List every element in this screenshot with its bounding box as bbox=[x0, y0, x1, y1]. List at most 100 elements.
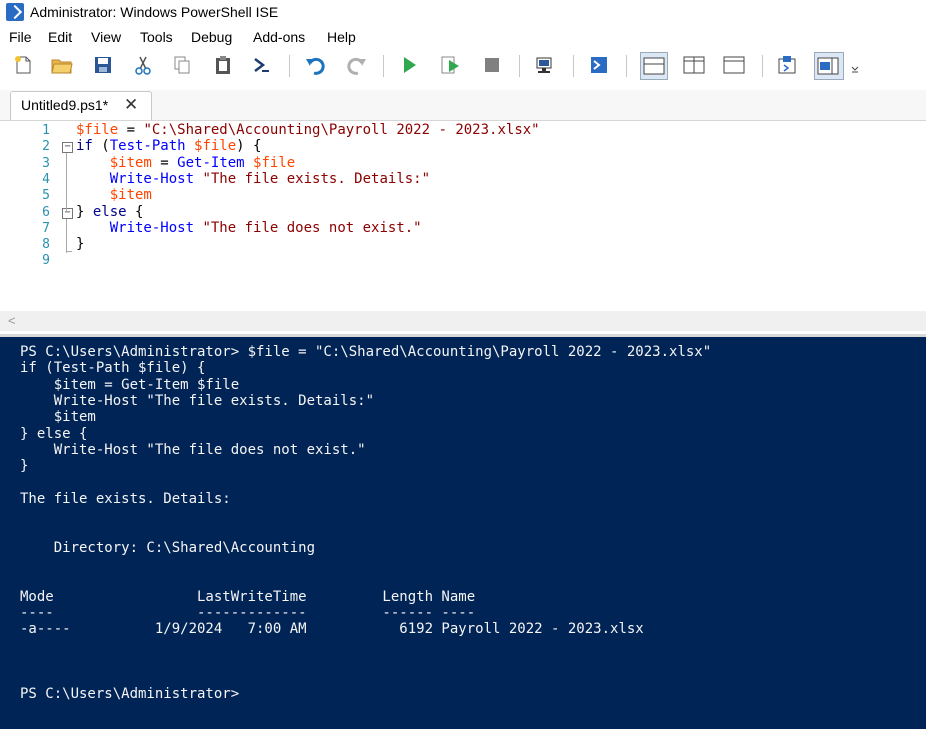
show-script-pane-right-icon[interactable] bbox=[682, 53, 706, 77]
line-number: 9 bbox=[42, 253, 50, 269]
console-pane[interactable]: PS C:\Users\Administrator> $file = "C:\S… bbox=[0, 334, 926, 729]
title-bar: Administrator: Windows PowerShell ISE bbox=[0, 0, 926, 26]
close-icon[interactable]: ✕ bbox=[124, 95, 138, 115]
run-script-icon[interactable] bbox=[397, 53, 421, 77]
save-icon[interactable] bbox=[91, 53, 115, 77]
code-line: 8} bbox=[0, 236, 926, 253]
console-line: PS C:\Users\Administrator> $file = "C:\S… bbox=[20, 344, 712, 360]
copy-icon[interactable] bbox=[170, 53, 194, 77]
line-number: 6 bbox=[42, 204, 50, 220]
line-number: 8 bbox=[42, 237, 50, 253]
code-token: { bbox=[126, 203, 144, 220]
console-line: $item = Get-Item $file bbox=[20, 376, 240, 393]
line-number: 5 bbox=[42, 188, 50, 204]
code-text: $item bbox=[76, 187, 152, 203]
toolbar-separator bbox=[519, 55, 520, 77]
powershell-ise-icon bbox=[6, 3, 24, 21]
code-line: 9 bbox=[0, 253, 926, 269]
menu-edit[interactable]: Edit bbox=[48, 29, 72, 45]
toolbar-overflow-icon[interactable] bbox=[848, 53, 862, 77]
show-command-window-icon[interactable] bbox=[776, 53, 800, 77]
scroll-left-icon[interactable]: < bbox=[8, 313, 16, 328]
code-line: 4 Write-Host "The file exists. Details:" bbox=[0, 171, 926, 188]
fold-toggle[interactable]: − bbox=[62, 207, 73, 219]
show-command-addon-icon[interactable] bbox=[814, 52, 844, 80]
fold-toggle[interactable]: − bbox=[62, 142, 73, 154]
line-number: 2 bbox=[42, 139, 50, 155]
script-editor[interactable]: 1 $file = "C:\Shared\Accounting\Payroll 2… bbox=[0, 121, 926, 311]
show-script-pane-maximized-icon[interactable] bbox=[722, 53, 746, 77]
undo-icon[interactable] bbox=[304, 53, 328, 77]
console-line: The file exists. Details: bbox=[20, 490, 231, 507]
toolbar-separator bbox=[383, 55, 384, 77]
code-token: } bbox=[76, 203, 93, 220]
console-line: } else { bbox=[20, 425, 88, 442]
toolbar bbox=[0, 49, 926, 83]
console-line: } bbox=[20, 458, 29, 475]
code-token: = bbox=[151, 154, 178, 171]
code-token: "The file does not exist." bbox=[202, 219, 422, 236]
toolbar-separator bbox=[573, 55, 574, 77]
console-line: Write-Host "The file does not exist." bbox=[20, 441, 366, 458]
horizontal-scrollbar[interactable]: < bbox=[0, 311, 926, 331]
code-text: Write-Host "The file does not exist." bbox=[76, 220, 422, 236]
console-line: Directory: C:\Shared\Accounting bbox=[20, 539, 316, 556]
console-line: if (Test-Path $file) { bbox=[20, 360, 206, 377]
console-line: ---- ------------- ------ ---- bbox=[20, 604, 476, 621]
code-line: 7 Write-Host "The file does not exist." bbox=[0, 220, 926, 237]
tab-untitled9[interactable]: Untitled9.ps1* ✕ bbox=[10, 91, 152, 120]
stop-icon[interactable] bbox=[480, 53, 504, 77]
line-number: 3 bbox=[42, 155, 50, 171]
code-token: Get-Item bbox=[177, 154, 245, 171]
code-token: if bbox=[76, 138, 93, 155]
cut-icon[interactable] bbox=[131, 53, 155, 77]
code-token: $item bbox=[109, 187, 152, 204]
code-line: 3 $item = Get-Item $file bbox=[0, 154, 926, 172]
console-line: Mode LastWriteTime Length Name bbox=[20, 588, 476, 605]
menu-help[interactable]: Help bbox=[327, 29, 356, 45]
redo-icon[interactable] bbox=[344, 53, 368, 77]
code-text: if (Test-Path $file) { bbox=[76, 138, 261, 154]
new-file-icon[interactable] bbox=[11, 53, 35, 77]
menu-debug[interactable]: Debug bbox=[191, 29, 232, 45]
code-token: $file bbox=[253, 154, 296, 171]
toolbar-separator bbox=[289, 55, 290, 77]
paste-icon[interactable] bbox=[211, 53, 235, 77]
open-folder-icon[interactable] bbox=[50, 53, 74, 77]
console-line: PS C:\Users\Administrator> bbox=[20, 686, 240, 703]
menu-bar: File Edit View Tools Debug Add-ons Help bbox=[0, 27, 926, 49]
remote-powershell-icon[interactable] bbox=[533, 53, 557, 77]
start-powershell-icon[interactable] bbox=[587, 53, 611, 77]
fold-guide bbox=[66, 218, 67, 254]
code-token: "The file exists. Details:" bbox=[202, 170, 431, 187]
code-line: 1 $file = "C:\Shared\Accounting\Payroll 2… bbox=[0, 122, 926, 139]
code-token: Test-Path bbox=[109, 138, 186, 155]
code-token: $item bbox=[109, 154, 152, 171]
menu-file[interactable]: File bbox=[9, 29, 32, 45]
code-token: ) { bbox=[236, 138, 262, 155]
menu-tools[interactable]: Tools bbox=[140, 29, 173, 45]
code-token: $file bbox=[194, 138, 237, 155]
code-token: Write-Host bbox=[109, 219, 195, 236]
code-text: } bbox=[76, 236, 84, 252]
run-selection-icon[interactable] bbox=[439, 53, 463, 77]
code-line: 5 $item bbox=[0, 187, 926, 204]
fold-guide bbox=[66, 251, 72, 253]
menu-view[interactable]: View bbox=[91, 29, 121, 45]
code-line: 2 if (Test-Path $file) { bbox=[0, 138, 926, 155]
toolbar-separator bbox=[626, 55, 627, 77]
show-script-pane-top-icon[interactable] bbox=[640, 52, 668, 80]
console-line: $item bbox=[20, 409, 96, 426]
tab-label: Untitled9.ps1* bbox=[21, 97, 109, 113]
code-token: "C:\Shared\Accounting\Payroll 2022 - 202… bbox=[143, 122, 540, 138]
menu-addons[interactable]: Add-ons bbox=[253, 29, 305, 45]
code-text: Write-Host "The file exists. Details:" bbox=[76, 171, 430, 187]
code-token: $file bbox=[76, 122, 119, 138]
clear-console-icon[interactable] bbox=[250, 53, 274, 77]
line-number: 4 bbox=[42, 171, 50, 187]
code-token: } bbox=[76, 236, 85, 253]
console-line: -a---- 1/9/2024 7:00 AM 6192 Payroll 202… bbox=[20, 621, 644, 638]
